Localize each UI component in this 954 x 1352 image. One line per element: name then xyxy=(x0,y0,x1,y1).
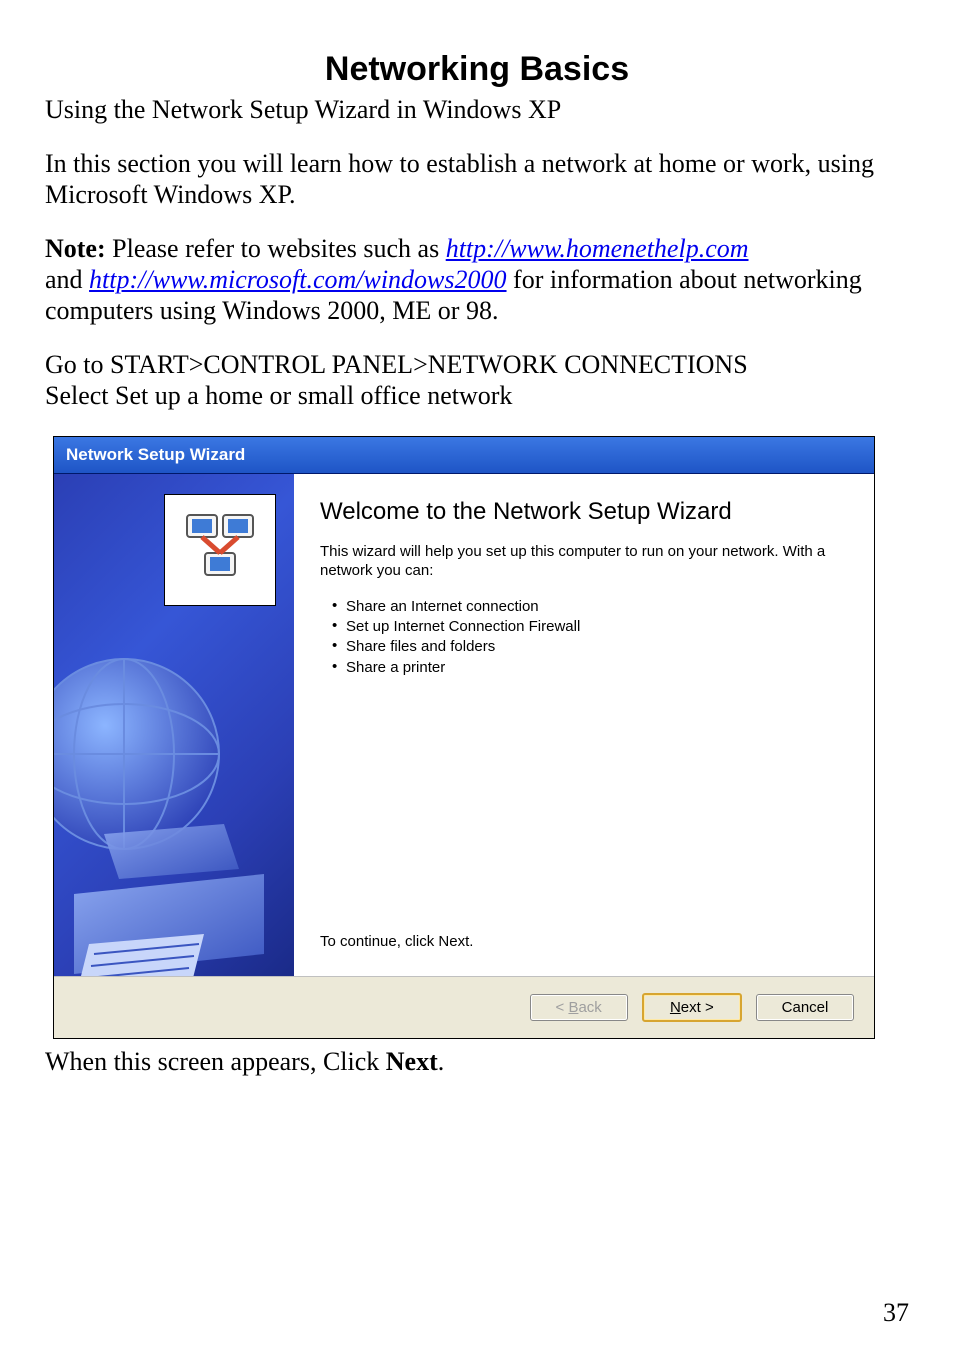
dialog-body: Welcome to the Network Setup Wizard This… xyxy=(54,474,874,976)
wizard-dialog: Network Setup Wizard xyxy=(53,436,875,1039)
navigation-instructions: Go to START>CONTROL PANEL>NETWORK CONNEC… xyxy=(45,350,909,411)
wizard-continue-text: To continue, click Next. xyxy=(320,933,848,960)
wizard-button-bar: < Back Next > Cancel xyxy=(54,976,874,1038)
post-screenshot-instruction: When this screen appears, Click Next. xyxy=(45,1047,909,1077)
back-button: < Back xyxy=(530,994,628,1021)
note-text-1: Please refer to websites such as xyxy=(106,234,446,263)
next-button[interactable]: Next > xyxy=(642,993,742,1022)
wizard-right-panel: Welcome to the Network Setup Wizard This… xyxy=(294,474,874,976)
wizard-welcome-desc: This wizard will help you set up this co… xyxy=(320,543,848,581)
note-label: Note: xyxy=(45,234,106,263)
network-icon xyxy=(175,505,265,595)
wizard-left-panel xyxy=(54,474,294,976)
wizard-welcome-title: Welcome to the Network Setup Wizard xyxy=(320,498,848,526)
wizard-bullet: Share an Internet connection xyxy=(332,597,848,617)
link-homenethelp[interactable]: http://www.homenethelp.com xyxy=(446,234,749,263)
link-microsoft[interactable]: http://www.microsoft.com/windows2000 xyxy=(89,265,506,294)
post-text-after: . xyxy=(438,1047,445,1076)
nav-line-1: Go to START>CONTROL PANEL>NETWORK CONNEC… xyxy=(45,350,748,379)
post-text-bold: Next xyxy=(386,1047,438,1076)
printer-icon xyxy=(54,814,294,976)
wizard-bullet: Share a printer xyxy=(332,658,848,678)
post-text-before: When this screen appears, Click xyxy=(45,1047,386,1076)
note-text-2: and xyxy=(45,265,89,294)
wizard-bullet: Share files and folders xyxy=(332,637,848,657)
page-heading: Networking Basics xyxy=(45,50,909,89)
cancel-button[interactable]: Cancel xyxy=(756,994,854,1021)
page-number: 37 xyxy=(883,1298,909,1328)
wizard-bullets: Share an Internet connection Set up Inte… xyxy=(320,597,848,678)
page-subheading: Using the Network Setup Wizard in Window… xyxy=(45,95,909,125)
wizard-bullet: Set up Internet Connection Firewall xyxy=(332,617,848,637)
wizard-icon-square xyxy=(164,494,276,606)
dialog-titlebar: Network Setup Wizard xyxy=(54,437,874,474)
note-block: Note: Please refer to websites such as h… xyxy=(45,234,909,326)
nav-line-2: Select Set up a home or small office net… xyxy=(45,381,512,410)
intro-text: In this section you will learn how to es… xyxy=(45,149,909,210)
